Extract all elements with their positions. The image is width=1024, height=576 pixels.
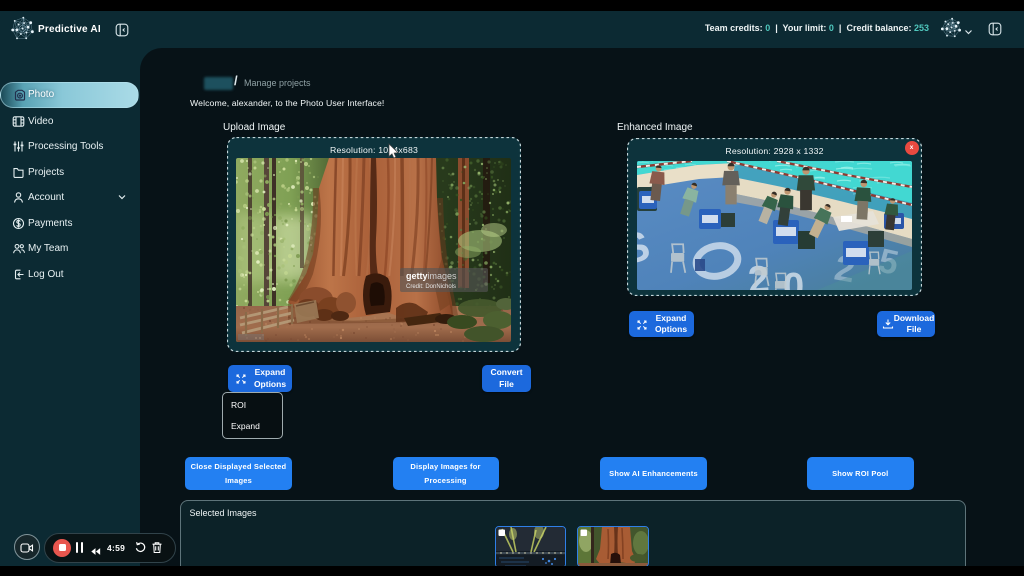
svg-text:Credit: DonNichols: Credit: DonNichols <box>406 284 456 290</box>
svg-text:gettyimages: gettyimages <box>406 271 457 281</box>
